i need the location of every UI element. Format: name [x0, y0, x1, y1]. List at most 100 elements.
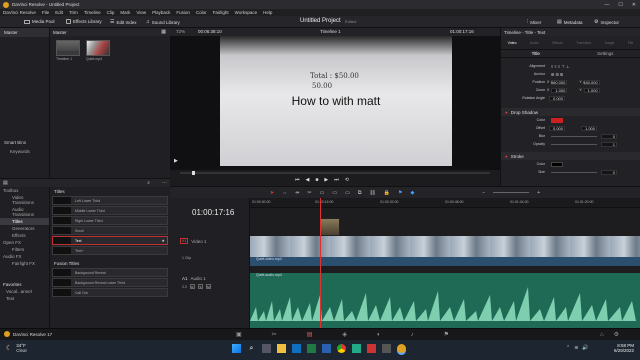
tab-transition[interactable]: Transition: [576, 41, 591, 45]
zoom-level[interactable]: 72%: [176, 29, 185, 34]
menu-view[interactable]: View: [136, 10, 146, 15]
tray-chevron-icon[interactable]: ⌃: [566, 345, 570, 351]
shadow-offset-y[interactable]: 1.000: [581, 125, 597, 131]
fusion-item-call-out[interactable]: Call Out: [52, 288, 168, 297]
tree-effects[interactable]: Effects: [0, 232, 49, 239]
opacity-field[interactable]: 1: [601, 141, 617, 147]
insert-clip-icon[interactable]: ▭: [320, 190, 325, 196]
tab-file[interactable]: File: [628, 41, 634, 45]
video-clip[interactable]: Quiet-video.mp4: [250, 236, 640, 266]
title-item-scroll[interactable]: Scroll: [52, 226, 168, 235]
tree-titles[interactable]: Titles: [0, 218, 49, 225]
task-view-icon[interactable]: [262, 344, 271, 353]
zoom-out-icon[interactable]: −: [482, 190, 485, 196]
fusion-item-bg-reveal[interactable]: Background Reveal: [52, 268, 168, 277]
overwrite-clip-icon[interactable]: ▭: [332, 190, 337, 196]
jump-start-icon[interactable]: ⏮: [295, 177, 300, 183]
menu-color[interactable]: Color: [196, 10, 207, 15]
tree-video-transitions[interactable]: Video Transitions: [0, 194, 49, 206]
close-icon[interactable]: ✕: [632, 2, 636, 8]
edit-index-button[interactable]: ☰ Edit Index: [110, 19, 137, 25]
blur-slider[interactable]: [551, 135, 597, 137]
zoom-in-icon[interactable]: +: [537, 190, 540, 196]
replace-clip-icon[interactable]: ▭: [345, 190, 350, 196]
snapping-icon[interactable]: ⧉: [358, 190, 362, 196]
opacity-slider[interactable]: [551, 143, 597, 145]
inspector-button[interactable]: ⚙ Inspector: [594, 19, 619, 25]
tree-open-fx[interactable]: Open FX: [0, 239, 49, 246]
jump-end-icon[interactable]: ⏭: [334, 177, 339, 183]
trim-tool-icon[interactable]: ⇔: [282, 190, 287, 196]
tree-audio-transitions[interactable]: Audio Transitions: [0, 206, 49, 218]
position-x-field[interactable]: 960.000: [551, 79, 568, 85]
mixer-button[interactable]: ⫶ Mixer: [527, 19, 541, 25]
scrub-handle[interactable]: [192, 171, 195, 175]
search-icon[interactable]: ⌕: [147, 180, 150, 186]
a1-mute-icon[interactable]: M: [205, 284, 211, 289]
color-page-icon[interactable]: ◐: [377, 332, 381, 338]
search-taskbar-icon[interactable]: ⌕: [247, 344, 256, 353]
stroke-size-slider[interactable]: [551, 171, 597, 173]
linked-selection-icon[interactable]: ⛓: [369, 190, 375, 196]
effects-library-button[interactable]: Effects Library: [66, 19, 102, 24]
menu-playback[interactable]: Playback: [152, 10, 170, 15]
blade-tool-icon[interactable]: ✂: [307, 190, 311, 196]
zoom-y-field[interactable]: 1.000: [583, 87, 600, 93]
stroke-size-field[interactable]: 0: [601, 169, 617, 175]
position-y-field[interactable]: 540.000: [583, 79, 600, 85]
generic-app-icon[interactable]: [382, 344, 391, 353]
tab-audio[interactable]: Audio: [530, 41, 539, 45]
menu-trim[interactable]: Trim: [69, 10, 78, 15]
tree-filters[interactable]: Filters: [0, 246, 49, 253]
home-icon[interactable]: ⌂: [600, 332, 604, 338]
menu-clip[interactable]: Clip: [107, 10, 115, 15]
word-icon[interactable]: [322, 344, 331, 353]
favorite-item-vocal[interactable]: Vocal...annel: [0, 288, 49, 295]
shadow-color-swatch[interactable]: [551, 117, 563, 123]
marker-icon[interactable]: ◆: [410, 190, 414, 196]
loop-icon[interactable]: ⟲: [345, 177, 349, 183]
media-page-icon[interactable]: ▣: [236, 331, 242, 338]
media-pool-button[interactable]: Media Pool: [24, 19, 55, 24]
menu-workspace[interactable]: Workspace: [235, 10, 257, 15]
excel-icon[interactable]: [307, 344, 316, 353]
drop-shadow-header[interactable]: ● Drop Shadow: [501, 108, 640, 116]
timeline-ruler[interactable]: 01:00:00:00 01:00:16:00 01:00:32:00 01:0…: [250, 198, 640, 208]
tree-toolbox[interactable]: Toolbox: [0, 187, 49, 194]
title-item-text-plus[interactable]: Text+: [52, 246, 168, 255]
menu-davinci[interactable]: DaVinci Resolve: [3, 10, 36, 15]
more-options-icon[interactable]: ⋯: [162, 180, 167, 186]
stroke-header[interactable]: ● Stroke: [501, 152, 640, 160]
menu-fusion[interactable]: Fusion: [176, 10, 190, 15]
dynamic-trim-icon[interactable]: ⇹: [295, 190, 299, 196]
menu-mark[interactable]: Mark: [120, 10, 130, 15]
menu-timeline[interactable]: Timeline: [84, 10, 101, 15]
audio-clip[interactable]: Quiet-audio.mp4: [250, 273, 640, 328]
tab-effects[interactable]: Effects: [552, 41, 563, 45]
photos-icon[interactable]: [352, 344, 361, 353]
menu-edit[interactable]: Edit: [55, 10, 63, 15]
play-icon[interactable]: ▶: [324, 177, 328, 183]
fusion-item-bg-reveal-lower[interactable]: Background Reveal Lower Third: [52, 278, 168, 287]
menu-fairlight[interactable]: Fairlight: [213, 10, 229, 15]
title-item-left-lower[interactable]: Left Lower Third: [52, 196, 168, 205]
subtab-settings[interactable]: Settings: [571, 51, 640, 56]
volume-icon[interactable]: 🔊: [582, 345, 588, 351]
menu-help[interactable]: Help: [263, 10, 272, 15]
panel-toggle-icon[interactable]: ▤: [3, 180, 8, 186]
title-item-middle-lower[interactable]: Middle Lower Third: [52, 206, 168, 215]
edit-page-icon[interactable]: ▤: [307, 331, 313, 338]
media-icon[interactable]: [367, 344, 376, 353]
title-item-text[interactable]: Text ★: [52, 236, 168, 245]
title-item-right-lower[interactable]: Right Lower Third: [52, 216, 168, 225]
a1-solo-icon[interactable]: S: [197, 284, 203, 289]
chrome-icon[interactable]: [337, 344, 346, 353]
scrub-bar[interactable]: [180, 171, 490, 175]
cut-page-icon[interactable]: ✂: [272, 331, 277, 338]
selection-tool-icon[interactable]: ➤: [270, 190, 274, 196]
anchor-icons[interactable]: ⊞ ⊞ ⊞: [551, 72, 563, 77]
rotation-field[interactable]: 0.000: [549, 95, 565, 101]
wifi-icon[interactable]: ≋: [574, 345, 578, 351]
a1-id[interactable]: A1: [182, 276, 188, 281]
shadow-offset-x[interactable]: 0.000: [549, 125, 565, 131]
